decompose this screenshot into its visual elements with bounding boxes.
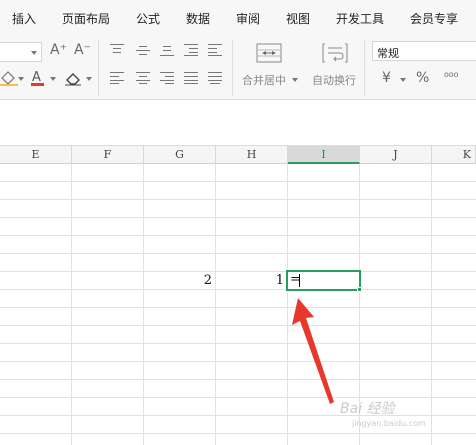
annotation-arrow-icon [292, 298, 334, 404]
watermark-sub: jingyan.baidu.com [352, 419, 426, 428]
watermark-text: Bai 经验 [340, 401, 395, 417]
